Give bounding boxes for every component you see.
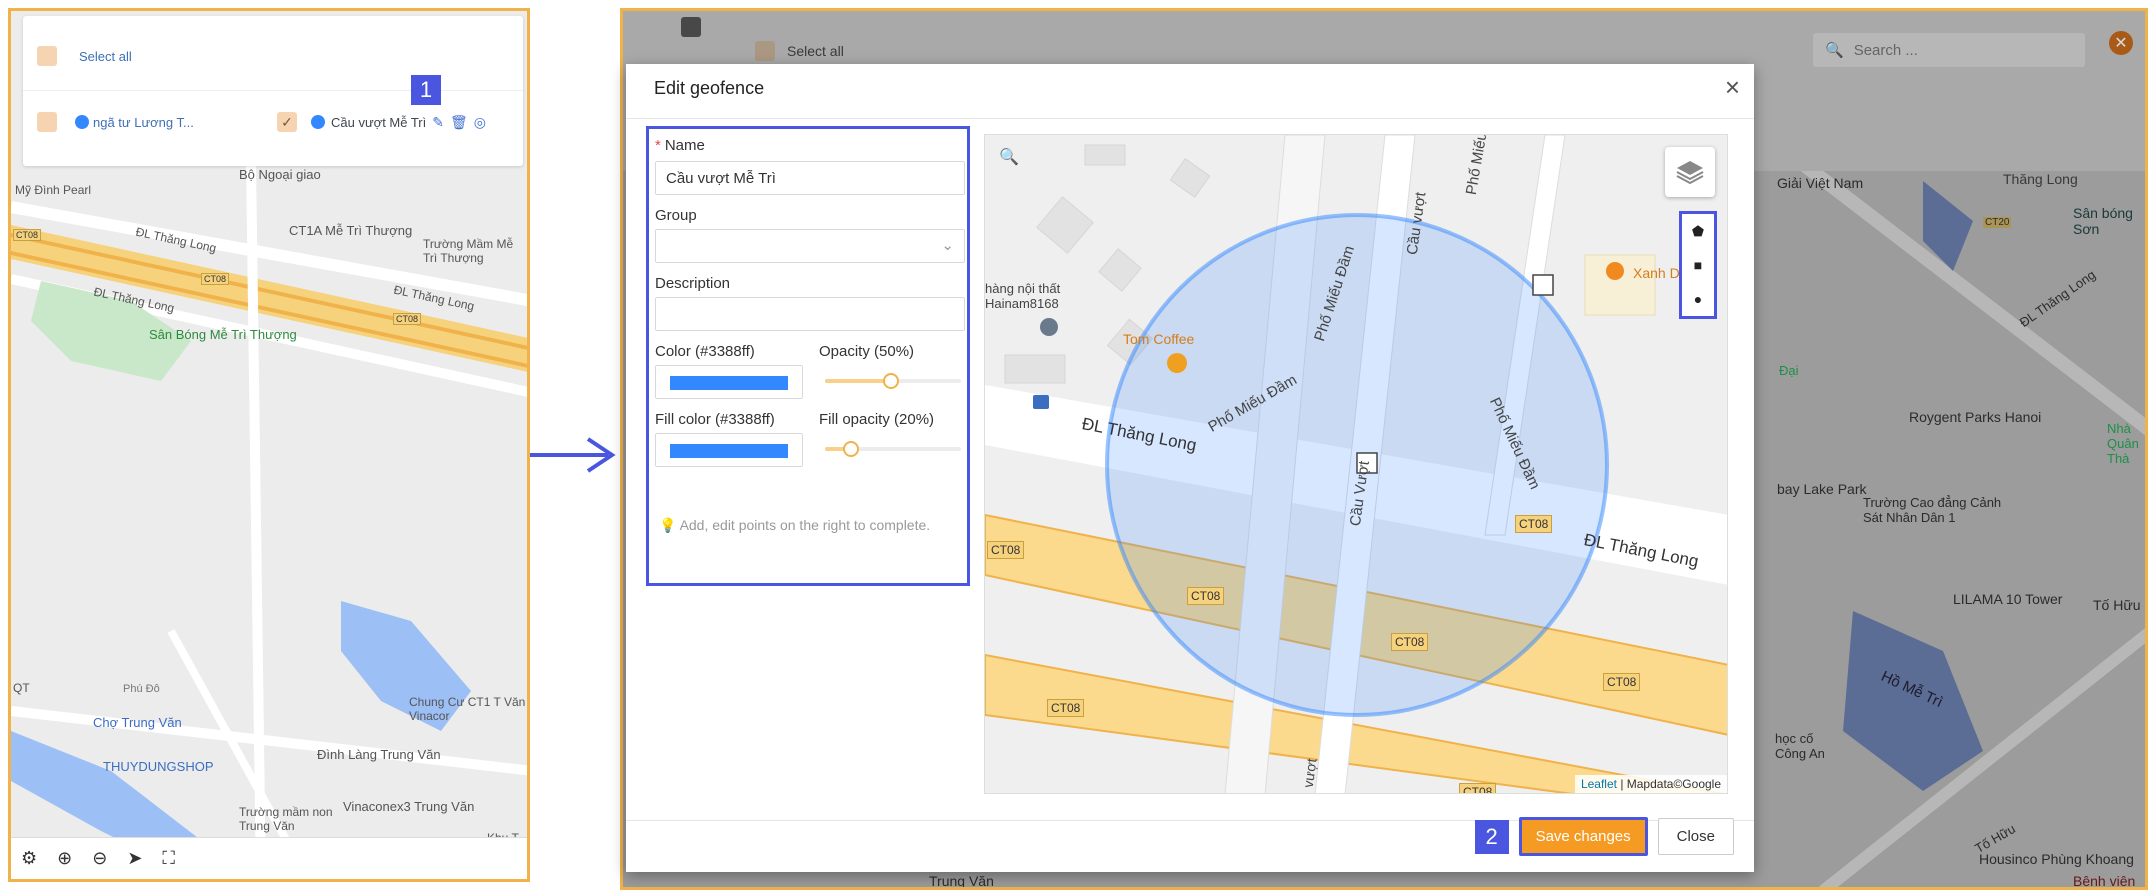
map-label: QT xyxy=(13,681,30,695)
item-checkbox[interactable] xyxy=(37,112,57,132)
map-label: CT1A Mễ Trì Thượng xyxy=(289,223,413,238)
road-shield: CT08 xyxy=(201,273,230,285)
target-icon[interactable]: ◎ xyxy=(474,114,486,131)
map-label: Đình Làng Trung Văn xyxy=(317,747,441,762)
name-label-text: Name xyxy=(664,137,705,154)
rectangle-icon[interactable]: ■ xyxy=(1694,257,1702,273)
group-label: Group xyxy=(655,207,697,224)
step-badge-1: 1 xyxy=(411,75,441,105)
opacity-label: Opacity (50%) xyxy=(819,343,915,360)
zoom-in-icon[interactable]: ⊕ xyxy=(57,848,72,869)
select-all-label: Select all xyxy=(79,48,132,64)
color-picker[interactable] xyxy=(655,365,803,399)
color-swatch xyxy=(670,376,788,390)
attribution-text: | Mapdata©Google xyxy=(1620,777,1721,791)
geofence-map[interactable]: 🔍 hàng nội thất Hainam8168 Tom Coffee Xa… xyxy=(984,134,1728,794)
layers-button[interactable] xyxy=(1665,147,1715,197)
divider xyxy=(626,118,1754,119)
step-badge-2: 2 xyxy=(1474,819,1509,854)
polygon-icon[interactable]: ⬟ xyxy=(1692,223,1704,240)
map-label: Vinaconex3 Trung Văn xyxy=(343,799,475,814)
fill-color-label: Fill color (#3388ff) xyxy=(655,411,775,428)
road-shield: CT08 xyxy=(13,229,42,241)
color-label: Color (#3388ff) xyxy=(655,343,755,360)
map-label: Tom Coffee xyxy=(1123,331,1195,347)
draw-toolbar: ⬟ ■ ● xyxy=(1679,211,1717,319)
zoom-out-icon[interactable]: ⊖ xyxy=(92,848,107,869)
fill-opacity-handle[interactable] xyxy=(843,441,859,457)
edit-icon[interactable]: ✎ xyxy=(432,114,444,131)
fullscreen-icon[interactable]: ⛶ xyxy=(162,848,175,869)
map-label: THUYDUNGSHOP xyxy=(103,759,214,774)
edit-geofence-modal: Edit geofence × * Name Cầu vượt Mễ Trì Gr… xyxy=(626,64,1754,872)
locate-icon[interactable]: ➤ xyxy=(127,848,142,869)
opacity-slider[interactable] xyxy=(825,373,961,389)
map-label: Trường Mầm Mễ Trì Thượng xyxy=(423,237,514,265)
fill-color-swatch xyxy=(670,444,788,458)
road-shield: CT08 xyxy=(1047,699,1085,717)
fill-opacity-label: Fill opacity (20%) xyxy=(819,411,935,428)
road-shield: CT08 xyxy=(393,313,422,325)
group-select[interactable]: ⌄ xyxy=(655,229,965,263)
description-label: Description xyxy=(655,275,731,292)
road-shield: CT08 xyxy=(1515,515,1553,533)
lightbulb-icon: 💡 xyxy=(659,517,677,533)
map-label: Xanh D xyxy=(1633,265,1680,281)
list-item-selected[interactable]: ✓ Cầu vượt Mễ Trì ✎ 🗑 ◎ xyxy=(277,112,523,132)
leaflet-link[interactable]: Leaflet xyxy=(1581,777,1617,791)
hint-text: Add, edit points on the right to complet… xyxy=(679,517,931,533)
select-all-checkbox[interactable] xyxy=(37,46,57,66)
road-shield: CT08 xyxy=(1603,673,1641,691)
trash-icon[interactable]: 🗑 xyxy=(450,114,468,131)
map-label: Trường mầm non Trung Văn xyxy=(239,805,333,833)
map-label: Phú Đô xyxy=(123,683,160,695)
modal-title: Edit geofence xyxy=(654,78,765,98)
arrow-icon xyxy=(530,437,616,473)
modal-footer: 2 Save changes Close xyxy=(1474,817,1734,856)
item-label: Cầu vượt Mễ Trì xyxy=(331,114,427,130)
map-label: Mỹ Đình Pearl xyxy=(15,183,92,197)
map-label: Chợ Trung Văn xyxy=(93,715,182,730)
map-label: Bộ Ngoại giao xyxy=(239,167,321,182)
map-label: Chung Cư CT1 T Văn Vinacor xyxy=(409,695,526,723)
item-label: ngã tư Lương T... xyxy=(93,114,194,130)
divider xyxy=(23,90,523,91)
map-attribution: Leaflet | Mapdata©Google xyxy=(1574,775,1727,793)
opacity-handle[interactable] xyxy=(883,373,899,389)
chevron-down-icon: ⌄ xyxy=(941,237,954,254)
save-button[interactable]: Save changes xyxy=(1518,817,1648,856)
description-input[interactable] xyxy=(655,297,965,331)
left-panel: Mỹ Đình Pearl Bộ Ngoại giao ĐL Thăng Lon… xyxy=(8,8,530,882)
select-all-row[interactable]: Select all xyxy=(37,46,523,66)
map-toolbar: ⚙ ⊕ ⊖ ➤ ⛶ xyxy=(11,837,527,879)
road-shield: CT08 xyxy=(1459,783,1497,793)
road-shield: CT08 xyxy=(987,541,1025,559)
radius-handle[interactable] xyxy=(1532,274,1554,296)
color-dot xyxy=(75,115,89,129)
opacity-fill xyxy=(825,379,891,383)
map-label: hàng nội thất Hainam8168 xyxy=(985,281,1061,311)
item-checkbox-checked[interactable]: ✓ xyxy=(277,112,297,132)
hint: 💡 Add, edit points on the right to compl… xyxy=(659,517,930,534)
geofence-list: Select all ngã tư Lương T... ✓ Cầu vượt … xyxy=(23,16,523,166)
search-icon[interactable]: 🔍 xyxy=(999,147,1019,167)
close-icon[interactable]: × xyxy=(1725,72,1740,103)
geofence-form: * Name Cầu vượt Mễ Trì Group ⌄ Descriptio… xyxy=(646,126,970,586)
road-shield: CT08 xyxy=(1391,633,1429,651)
name-label: * Name xyxy=(655,137,705,154)
color-dot xyxy=(311,115,325,129)
road-shield: CT08 xyxy=(1187,587,1225,605)
layers-icon xyxy=(1676,161,1704,185)
fill-color-picker[interactable] xyxy=(655,433,803,467)
fill-opacity-slider[interactable] xyxy=(825,441,961,457)
circle-icon[interactable]: ● xyxy=(1694,291,1702,307)
required-mark: * xyxy=(655,137,661,154)
name-input[interactable]: Cầu vượt Mễ Trì xyxy=(655,161,965,195)
gear-icon[interactable]: ⚙ xyxy=(21,848,37,869)
close-button[interactable]: Close xyxy=(1657,818,1734,855)
map-label: Sân Bóng Mễ Trì Thượng xyxy=(149,327,297,342)
